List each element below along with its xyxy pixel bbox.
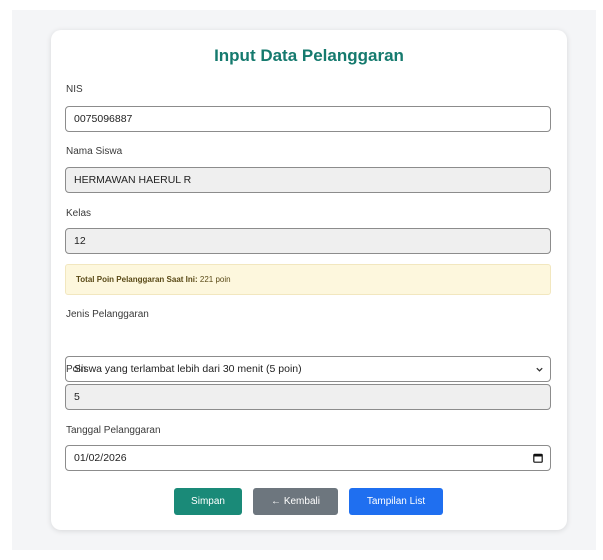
jenis-pelanggaran-select[interactable]: Siswa yang terlambat lebih dari 30 menit… <box>65 356 551 382</box>
page-title: Input Data Pelanggaran <box>214 46 404 65</box>
jenis-pelanggaran-label: Jenis Pelanggaran <box>66 309 149 320</box>
tanggal-pelanggaran-label: Tanggal Pelanggaran <box>66 425 161 436</box>
kelas-label: Kelas <box>66 208 92 219</box>
total-poin-value: 221 poin <box>199 275 231 284</box>
tampilan-list-button[interactable]: Tampilan List <box>349 488 443 515</box>
total-poin-alert: Total Poin Pelanggaran Saat Ini: 221 poi… <box>65 264 551 295</box>
nis-input[interactable] <box>65 106 551 132</box>
jenis-pelanggaran-selected: Siswa yang terlambat lebih dari 30 menit… <box>74 363 302 375</box>
form-card: Input Data Pelanggaran NIS Nama Siswa Ke… <box>51 30 567 530</box>
simpan-button[interactable]: Simpan <box>174 488 242 515</box>
poin-field[interactable] <box>65 384 551 410</box>
nis-label: NIS <box>66 84 83 95</box>
nama-siswa-label: Nama Siswa <box>66 146 123 157</box>
kelas-field[interactable] <box>65 228 551 254</box>
calendar-icon[interactable] <box>533 453 543 463</box>
poin-label: Poin <box>66 364 87 375</box>
tanggal-pelanggaran-input[interactable]: 01/02/2026 <box>65 445 551 471</box>
tanggal-pelanggaran-value: 01/02/2026 <box>74 452 127 464</box>
total-poin-label: Total Poin Pelanggaran Saat Ini: <box>76 275 198 284</box>
chevron-down-icon <box>536 367 543 372</box>
nama-siswa-field[interactable] <box>65 167 551 193</box>
kembali-button[interactable]: ← Kembali <box>253 488 338 515</box>
